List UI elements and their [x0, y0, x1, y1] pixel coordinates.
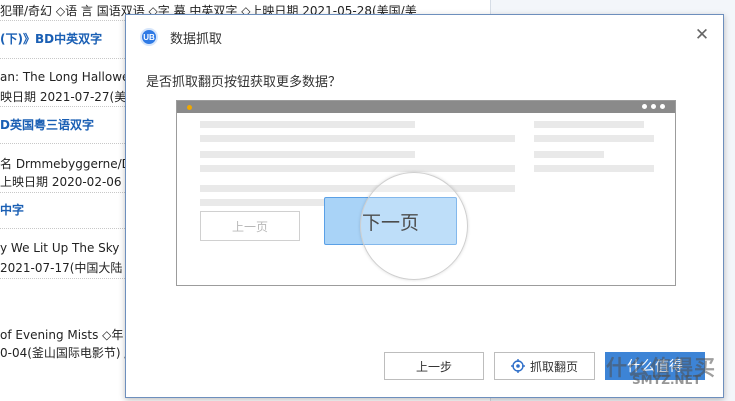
background-divider: [0, 20, 125, 21]
more-dots-icon: [642, 104, 665, 109]
background-divider: [0, 192, 125, 193]
background-divider: [0, 278, 125, 279]
background-text-line: y We Lit Up The Sky: [0, 241, 120, 255]
background-link[interactable]: 中字: [0, 201, 24, 218]
background-text-line: 2021-07-17(中国大陆: [0, 261, 123, 275]
background-text-line: of Evening Mists ◇年: [0, 328, 124, 342]
browser-favicon-icon: [187, 105, 192, 110]
placeholder-line: [534, 165, 654, 172]
back-button[interactable]: 上一步: [384, 352, 484, 380]
pagination-illustration: 上一页 下一页: [176, 100, 676, 286]
placeholder-line: [200, 165, 515, 172]
capture-pagination-button[interactable]: 抓取翻页: [494, 352, 595, 380]
background-divider: [0, 143, 125, 144]
watermark: 什么值得买 SMYZ.NET: [596, 350, 735, 394]
placeholder-line: [200, 151, 415, 158]
background-text-line: an: The Long Hallowe: [0, 70, 130, 84]
background-divider: [0, 106, 125, 107]
dialog-title-bar: UB 数据抓取: [140, 26, 222, 48]
magnifier-circle-graphic: [360, 172, 468, 280]
crosshair-icon: [510, 359, 525, 373]
background-text-line: 名 Drmmebyggerne/D: [0, 157, 131, 171]
dialog-title: 数据抓取: [170, 31, 223, 47]
placeholder-line: [200, 185, 515, 192]
placeholder-line: [534, 121, 644, 128]
placeholder-line: [534, 151, 604, 158]
app-logo-icon: UB: [140, 28, 158, 46]
close-icon[interactable]: ✕: [693, 26, 711, 44]
capture-pagination-label: 抓取翻页: [529, 359, 578, 374]
background-divider: [0, 58, 125, 59]
background-text-line: 0-04(釜山国际电影节) /: [0, 346, 129, 360]
data-capture-dialog: UB 数据抓取 ✕ 是否抓取翻页按钮获取更多数据？ 上一页 下一页 上一步 抓取…: [125, 14, 724, 398]
placeholder-line: [200, 135, 515, 142]
browser-bar-graphic: [177, 101, 675, 113]
dialog-question: 是否抓取翻页按钮获取更多数据？: [146, 75, 342, 90]
background-link[interactable]: (下)》BD中英双字: [0, 30, 102, 47]
watermark-subtext: SMYZ.NET: [632, 373, 701, 387]
background-text-line: 映日期 2021-07-27(美: [0, 90, 127, 104]
background-divider: [0, 228, 125, 229]
illustration-prev-page-button: 上一页: [200, 211, 300, 241]
background-link[interactable]: D英国粤三语双字: [0, 116, 94, 133]
placeholder-line: [200, 121, 415, 128]
background-text-line: 上映日期 2020-02-06: [0, 175, 122, 189]
placeholder-line: [534, 135, 654, 142]
